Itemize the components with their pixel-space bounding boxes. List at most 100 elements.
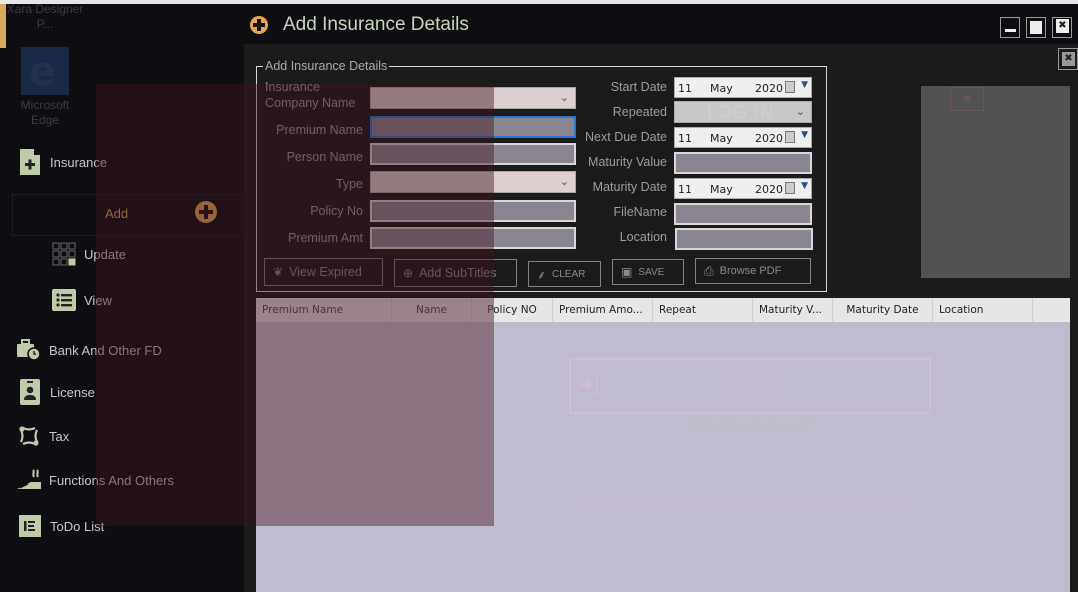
ghost-signin-text: SIGN IN xyxy=(718,376,782,395)
date-day: 11 xyxy=(678,132,692,145)
plus-circle-icon xyxy=(195,201,217,223)
plus-circle-icon: ⊕ xyxy=(403,266,414,280)
start-date-label: Start Date xyxy=(610,80,667,94)
column-header-name[interactable]: Name xyxy=(392,298,472,322)
clear-button[interactable]: ⸙ CLEAR xyxy=(528,261,601,287)
overlay-tint xyxy=(256,298,494,526)
save-button[interactable]: ▣ SAVE xyxy=(612,259,684,285)
file-plus-icon xyxy=(18,149,42,175)
column-header-location[interactable]: Location xyxy=(933,298,1033,322)
sidebar-item-functions[interactable]: Functions And Others xyxy=(17,468,174,492)
ghost-signin-button: ➜] SIGN IN xyxy=(569,358,931,414)
sidebar-item-update[interactable]: Update xyxy=(52,242,126,266)
sidebar: Insurance Add Update View Bank And Other… xyxy=(0,4,244,592)
button-label: SAVE xyxy=(638,266,665,278)
calendar-icon xyxy=(785,182,795,194)
sidebar-item-bank[interactable]: Bank And Other FD xyxy=(17,338,162,362)
sidebar-item-label: Add xyxy=(105,206,129,221)
column-header-filler xyxy=(1033,298,1070,322)
floppy-icon: ▣ xyxy=(621,265,633,279)
content-panel: ✖ Add Insurance Details Insurance Compan… xyxy=(244,44,1078,592)
calendar-icon xyxy=(785,131,795,143)
sidebar-item-label: Update xyxy=(84,246,126,262)
button-label: Browse PDF xyxy=(719,265,782,277)
insurance-company-select[interactable]: ⌄ xyxy=(370,87,576,109)
sidebar-item-license[interactable]: License xyxy=(18,379,95,405)
premium-amt-input[interactable] xyxy=(370,227,576,249)
start-date-picker[interactable]: 11 May 2020 ▼ xyxy=(674,77,812,98)
filename-input[interactable] xyxy=(674,203,812,225)
ghost-divider xyxy=(576,508,906,509)
filename-label: FileName xyxy=(613,205,668,219)
briefcase-clock-icon xyxy=(17,338,41,362)
sidebar-item-todo[interactable]: ToDo List xyxy=(18,514,104,538)
panel-close-button[interactable] xyxy=(1058,48,1078,70)
close-button[interactable] xyxy=(1052,17,1072,38)
date-day: 11 xyxy=(678,183,692,196)
column-header-premium-amount[interactable]: Premium Amo... xyxy=(553,298,653,322)
ghost-login-text: LOG IN xyxy=(707,102,775,122)
date-month: May xyxy=(710,82,733,95)
person-name-input[interactable] xyxy=(370,143,576,165)
sidebar-item-label: Tax xyxy=(49,428,70,444)
pdf-preview-area: ✖ xyxy=(921,86,1070,278)
sidebar-item-add[interactable]: Add xyxy=(12,194,242,236)
add-subtitles-button[interactable]: ⊕ Add SubTitles xyxy=(394,259,517,287)
person-name-label: Person Name xyxy=(286,150,363,164)
policy-no-label: Policy No xyxy=(310,204,363,218)
location-input[interactable] xyxy=(675,228,813,250)
type-select[interactable]: ⌄ xyxy=(370,171,576,193)
broom-icon: ⸙ xyxy=(537,267,547,282)
premium-amt-label: Premium Amt xyxy=(287,231,363,245)
premium-name-input[interactable] xyxy=(370,116,576,138)
button-label: CLEAR xyxy=(552,268,586,280)
date-day: 11 xyxy=(678,82,692,95)
sidebar-item-label: Functions And Others xyxy=(49,472,175,488)
tax-cycle-icon xyxy=(17,424,41,448)
next-due-date-label: Next Due Date xyxy=(585,130,667,144)
window-header: Add Insurance Details xyxy=(244,4,1078,44)
browse-pdf-button[interactable]: ⎙ Browse PDF xyxy=(695,258,811,284)
sidebar-item-label: License xyxy=(50,384,95,400)
view-expired-button[interactable]: ❦ View Expired xyxy=(264,258,383,286)
date-year: 2020 xyxy=(755,183,783,196)
type-label: Type xyxy=(335,177,363,191)
date-year: 2020 xyxy=(755,82,783,95)
preview-close-icon[interactable]: ✖ xyxy=(950,87,984,111)
sidebar-item-insurance[interactable]: Insurance xyxy=(18,149,108,175)
page-title: Add Insurance Details xyxy=(283,14,469,35)
maturity-date-picker[interactable]: 11 May 2020 ▼ xyxy=(674,178,812,199)
location-label: Location xyxy=(619,230,667,244)
repeated-select[interactable]: LOG IN ⌄ xyxy=(674,101,812,123)
sidebar-item-label: Insurance xyxy=(50,154,108,170)
column-header-premium-name[interactable]: Premium Name xyxy=(256,298,392,322)
todo-icon xyxy=(18,514,42,538)
minimize-button[interactable] xyxy=(1000,17,1020,38)
dropdown-arrow-icon: ▼ xyxy=(801,80,808,90)
grid-icon xyxy=(52,242,76,266)
policy-no-input[interactable] xyxy=(370,200,576,222)
date-year: 2020 xyxy=(755,132,783,145)
column-header-repeat[interactable]: Repeat xyxy=(653,298,753,322)
column-header-maturity-value[interactable]: Maturity V... xyxy=(753,298,833,322)
date-month: May xyxy=(710,132,733,145)
list-icon xyxy=(52,288,76,312)
maturity-value-input[interactable] xyxy=(674,152,812,174)
maximize-button[interactable] xyxy=(1026,17,1046,38)
table-header: Premium Name Name Policy NO Premium Amo.… xyxy=(256,298,1070,322)
insurance-company-label: Insurance Company Name xyxy=(265,80,356,110)
insurance-details-group: Add Insurance Details Insurance Company … xyxy=(256,59,827,292)
sidebar-item-view[interactable]: View xyxy=(52,288,112,312)
ghost-forgot-password: Forgot Your Password? xyxy=(687,418,813,432)
premium-name-label: Premium Name xyxy=(276,123,363,137)
column-header-policy-no[interactable]: Policy NO xyxy=(472,298,553,322)
functions-icon xyxy=(17,468,41,492)
insurance-table: Premium Name Name Policy NO Premium Amo.… xyxy=(256,298,1070,592)
column-header-maturity-date[interactable]: Maturity Date xyxy=(833,298,933,322)
button-label: View Expired xyxy=(289,265,362,279)
date-month: May xyxy=(710,183,733,196)
pdf-icon: ⎙ xyxy=(704,263,714,278)
next-due-date-picker[interactable]: 11 May 2020 ▼ xyxy=(674,127,812,148)
sidebar-item-tax[interactable]: Tax xyxy=(17,424,69,448)
repeated-label: Repeated xyxy=(612,105,667,119)
